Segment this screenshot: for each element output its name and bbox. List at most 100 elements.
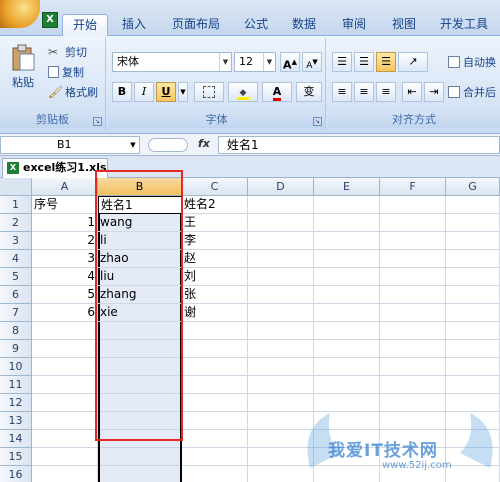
align-center-button[interactable]: ≡: [354, 82, 374, 102]
grid-cell[interactable]: [314, 466, 380, 482]
phonetic-button[interactable]: 变: [296, 82, 322, 102]
grid-cell[interactable]: [314, 412, 380, 430]
tab-insert[interactable]: 插入: [114, 14, 154, 36]
format-painter-button[interactable]: 🖌 格式刷: [48, 84, 98, 100]
grid-cell[interactable]: [314, 196, 380, 214]
grid-cell[interactable]: [32, 412, 98, 430]
tab-data[interactable]: 数据: [284, 14, 324, 36]
grid-cell[interactable]: [98, 358, 182, 376]
grid-cell[interactable]: [248, 340, 314, 358]
column-header-g[interactable]: G: [446, 178, 500, 196]
column-header-f[interactable]: F: [380, 178, 446, 196]
grid-cell[interactable]: [32, 466, 98, 482]
grid-cell[interactable]: [380, 286, 446, 304]
grid-cell[interactable]: [314, 214, 380, 232]
cell-b3[interactable]: li: [98, 232, 182, 250]
grid-cell[interactable]: [98, 340, 182, 358]
grid-cell[interactable]: [380, 250, 446, 268]
font-size-select[interactable]: 12 ▼: [234, 52, 276, 72]
grid-cell[interactable]: [32, 322, 98, 340]
grid-cell[interactable]: [98, 430, 182, 448]
italic-button[interactable]: I: [134, 82, 154, 102]
grid-cell[interactable]: [314, 394, 380, 412]
cell-a5[interactable]: 4: [32, 268, 98, 286]
grid-cell[interactable]: [98, 412, 182, 430]
grid-cell[interactable]: [98, 376, 182, 394]
grid-cell[interactable]: [182, 358, 248, 376]
cell-b2[interactable]: wang: [98, 214, 182, 232]
borders-button[interactable]: [194, 82, 224, 102]
grid-cell[interactable]: [98, 322, 182, 340]
formula-controls[interactable]: [148, 138, 188, 152]
row-header[interactable]: 15: [0, 448, 32, 466]
column-header-e[interactable]: E: [314, 178, 380, 196]
grid-cell[interactable]: [314, 322, 380, 340]
row-header[interactable]: 10: [0, 358, 32, 376]
cell-b4[interactable]: zhao: [98, 250, 182, 268]
copy-button[interactable]: 复制: [48, 64, 84, 80]
grid-cell[interactable]: [32, 430, 98, 448]
name-box[interactable]: B1 ▼: [0, 136, 140, 154]
cell-a6[interactable]: 5: [32, 286, 98, 304]
column-header-a[interactable]: A: [32, 178, 98, 196]
cell-a2[interactable]: 1: [32, 214, 98, 232]
grid-cell[interactable]: [32, 340, 98, 358]
grid-cell[interactable]: [314, 250, 380, 268]
grid-cell[interactable]: [182, 322, 248, 340]
grid-cell[interactable]: [380, 322, 446, 340]
cell-b5[interactable]: liu: [98, 268, 182, 286]
grid-cell[interactable]: [182, 430, 248, 448]
grid-cell[interactable]: [248, 232, 314, 250]
font-name-select[interactable]: 宋体 ▼: [112, 52, 232, 72]
grid-cell[interactable]: [380, 448, 446, 466]
grid-cell[interactable]: [248, 394, 314, 412]
grid-cell[interactable]: [248, 466, 314, 482]
grid-cell[interactable]: [98, 466, 182, 482]
increase-indent-button[interactable]: ⇥: [424, 82, 444, 102]
grid-cell[interactable]: [380, 214, 446, 232]
row-header[interactable]: 2: [0, 214, 32, 232]
grid-cell[interactable]: [446, 214, 500, 232]
orientation-button[interactable]: ↗: [398, 52, 428, 72]
grid-cell[interactable]: [182, 340, 248, 358]
underline-dropdown[interactable]: ▼: [178, 82, 188, 102]
column-header-b[interactable]: B: [98, 178, 182, 196]
workbook-tab[interactable]: X excel练习1.xls: [2, 158, 108, 178]
grid-cell[interactable]: [380, 376, 446, 394]
grid-cell[interactable]: [314, 268, 380, 286]
cell-c5[interactable]: 刘: [182, 268, 248, 286]
grid-cell[interactable]: [314, 376, 380, 394]
cell-b6[interactable]: zhang: [98, 286, 182, 304]
row-header[interactable]: 1: [0, 196, 32, 214]
grid-cell[interactable]: [314, 232, 380, 250]
shrink-font-button[interactable]: A▼: [302, 52, 322, 72]
grid-cell[interactable]: [446, 466, 500, 482]
cut-button[interactable]: ✂ 剪切: [48, 44, 87, 60]
cell-c4[interactable]: 赵: [182, 250, 248, 268]
grid-cell[interactable]: [380, 430, 446, 448]
cell-a1[interactable]: 序号: [32, 196, 98, 214]
grid-cell[interactable]: [248, 196, 314, 214]
grid-cell[interactable]: [380, 268, 446, 286]
grid-cell[interactable]: [182, 448, 248, 466]
grid-cell[interactable]: [182, 376, 248, 394]
grid-cell[interactable]: [314, 286, 380, 304]
grid-cell[interactable]: [314, 430, 380, 448]
tab-review[interactable]: 审阅: [334, 14, 374, 36]
cell-c6[interactable]: 张: [182, 286, 248, 304]
decrease-indent-button[interactable]: ⇤: [402, 82, 422, 102]
grid-cell[interactable]: [380, 304, 446, 322]
fill-color-button[interactable]: ◆: [228, 82, 258, 102]
cell-a7[interactable]: 6: [32, 304, 98, 322]
grid-cell[interactable]: [446, 340, 500, 358]
tab-formulas[interactable]: 公式: [236, 14, 276, 36]
grid-cell[interactable]: [32, 448, 98, 466]
grid-cell[interactable]: [248, 412, 314, 430]
row-header[interactable]: 8: [0, 322, 32, 340]
clipboard-launcher-icon[interactable]: ↘: [93, 117, 102, 126]
office-button[interactable]: [0, 0, 40, 28]
grid-cell[interactable]: [446, 394, 500, 412]
formula-input[interactable]: 姓名1: [218, 136, 500, 154]
grid-cell[interactable]: [446, 448, 500, 466]
grid-cell[interactable]: [314, 304, 380, 322]
